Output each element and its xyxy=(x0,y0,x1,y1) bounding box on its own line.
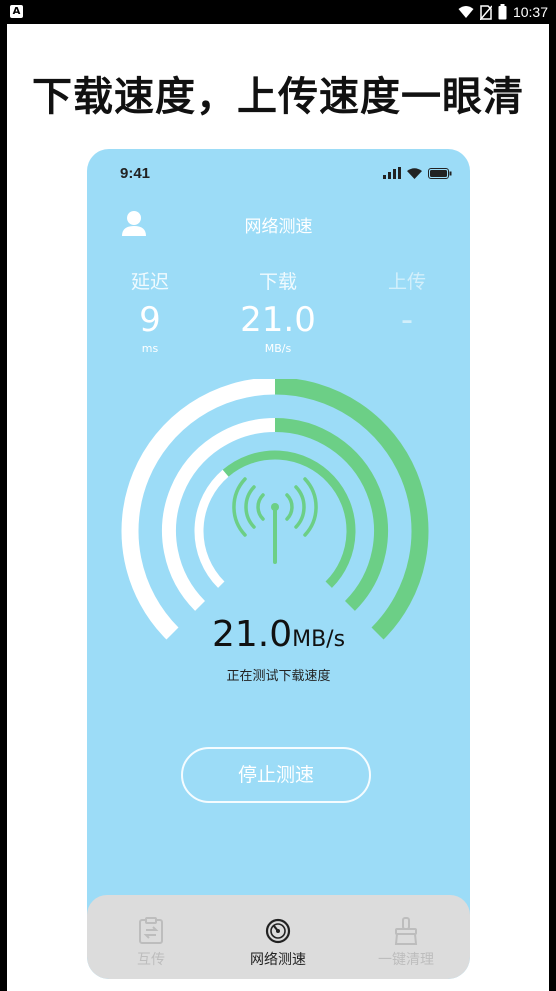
promo-headline: 下载速度，上传速度一眼清 xyxy=(32,74,524,120)
phone-mockup: 9:41 网络测速 延迟 9 ms 下载 21.0 MB/s 上传 - 21.0… xyxy=(87,149,470,979)
wifi-icon xyxy=(407,167,422,179)
speed-unit: MB/s xyxy=(292,627,346,652)
tab-speed-test-label: 网络测速 xyxy=(250,952,306,968)
gauge-ring-inner-track xyxy=(194,469,229,588)
signal-icon xyxy=(383,167,401,179)
metric-upload-label: 上传 xyxy=(387,271,426,293)
phone-status-icons xyxy=(383,167,452,179)
tab-cleanup-label: 一键清理 xyxy=(378,952,434,968)
battery-icon xyxy=(498,4,507,20)
phone-status-time: 9:41 xyxy=(120,165,151,182)
tab-speed-test[interactable]: 网络测速 xyxy=(218,917,338,969)
no-sim-icon xyxy=(479,4,492,20)
metric-download-label: 下载 xyxy=(258,271,297,293)
tab-transfer[interactable]: 互传 xyxy=(91,917,211,969)
metric-latency-value: 9 xyxy=(139,300,161,340)
metric-download-value: 21.0 xyxy=(240,300,316,340)
metric-upload: 上传 - xyxy=(347,267,467,342)
metric-download-unit: MB/s xyxy=(264,342,292,355)
metric-download: 下载 21.0 MB/s xyxy=(218,267,338,355)
bottom-tab-bar: 互传 网络测速 一键清理 xyxy=(87,895,470,979)
speed-gauge xyxy=(121,379,429,640)
metric-upload-value: - xyxy=(400,300,414,340)
stop-test-button[interactable]: 停止测速 xyxy=(181,747,371,803)
metric-latency-unit: ms xyxy=(141,342,159,355)
tab-transfer-label: 互传 xyxy=(137,952,165,968)
page-title: 网络测速 xyxy=(244,217,313,237)
status-time: 10:37 xyxy=(512,4,548,20)
speed-readout: 21.0MB/s xyxy=(87,614,470,655)
broom-icon xyxy=(394,917,418,945)
clipboard-icon xyxy=(139,917,163,944)
metric-latency: 延迟 9 ms xyxy=(90,267,210,355)
antenna-icon xyxy=(232,477,318,564)
metric-latency-label: 延迟 xyxy=(130,271,169,293)
wifi-icon xyxy=(458,6,474,18)
speed-status-text: 正在测试下载速度 xyxy=(226,669,331,684)
status-bar: A 10:37 xyxy=(0,0,556,24)
tab-cleanup[interactable]: 一键清理 xyxy=(346,917,466,969)
notification-app-icon: A xyxy=(10,5,23,18)
status-icons: 10:37 xyxy=(458,3,548,21)
speedometer-icon xyxy=(265,918,291,944)
speed-value: 21.0 xyxy=(211,614,293,655)
battery-icon xyxy=(428,167,452,179)
